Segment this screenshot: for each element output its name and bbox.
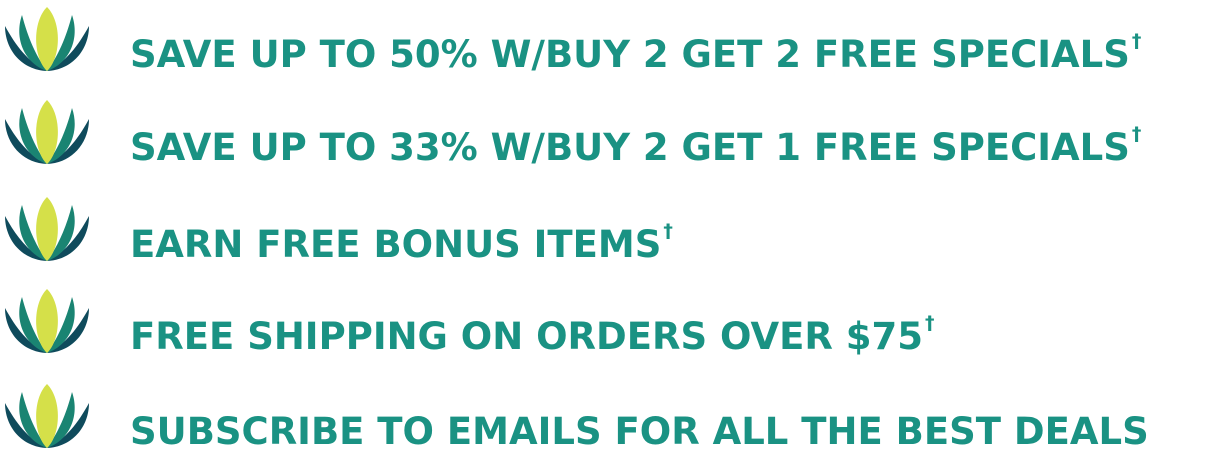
benefit-text: SUBSCRIBE TO EMAILS FOR ALL THE BEST DEA… [130,390,1151,460]
benefit-item: SAVE UP TO 50% W/BUY 2 GET 2 FREE SPECIA… [0,4,1213,76]
benefit-item: SAVE UP TO 33% W/BUY 2 GET 1 FREE SPECIA… [0,97,1213,169]
lotus-icon [2,383,92,449]
dagger-mark: † [663,220,673,242]
dagger-mark: † [925,312,935,334]
dagger-mark: † [1131,30,1142,52]
benefit-item: FREE SHIPPING ON ORDERS OVER $75 † [0,286,1213,358]
dagger-mark: † [1131,123,1142,145]
benefit-item: EARN FREE BONUS ITEMS † [0,194,1213,266]
lotus-icon [2,6,92,72]
benefit-text: SAVE UP TO 50% W/BUY 2 GET 2 FREE SPECIA… [130,13,1141,83]
lotus-icon [2,288,92,354]
benefits-list: SAVE UP TO 50% W/BUY 2 GET 2 FREE SPECIA… [0,0,1213,453]
lotus-icon [2,196,92,262]
benefit-label: SAVE UP TO 50% W/BUY 2 GET 2 FREE SPECIA… [130,33,1130,76]
benefit-text: EARN FREE BONUS ITEMS † [130,203,673,273]
benefit-label: FREE SHIPPING ON ORDERS OVER $75 [130,315,924,358]
benefit-label: EARN FREE BONUS ITEMS [130,223,662,266]
benefit-text: FREE SHIPPING ON ORDERS OVER $75 † [130,295,935,365]
benefit-label: SAVE UP TO 33% W/BUY 2 GET 1 FREE SPECIA… [130,126,1130,169]
lotus-icon [2,99,92,165]
benefit-text: SAVE UP TO 33% W/BUY 2 GET 1 FREE SPECIA… [130,106,1141,176]
benefit-item: SUBSCRIBE TO EMAILS FOR ALL THE BEST DEA… [0,381,1213,453]
